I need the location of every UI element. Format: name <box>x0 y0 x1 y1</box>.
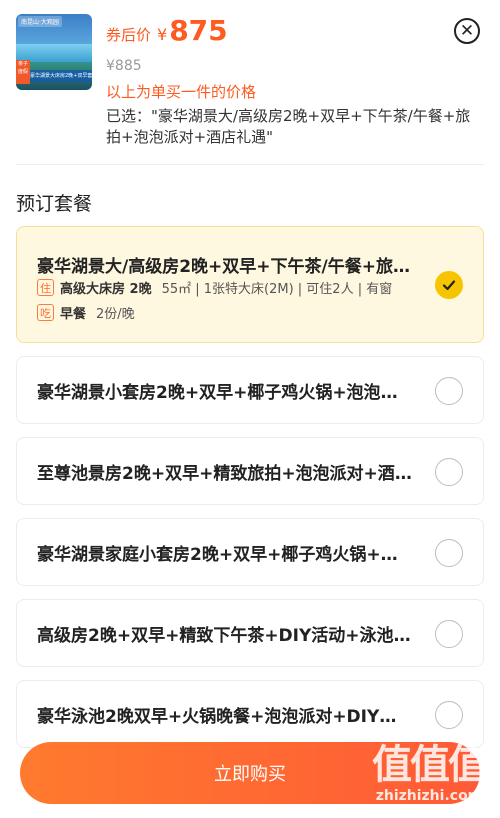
close-button[interactable]: ✕ <box>454 18 480 44</box>
package-title: 豪华泳池2晚双早+火锅晚餐+泡泡派对+DIY活动 <box>37 707 413 727</box>
package-title: 豪华湖景大/高级房2晚+双早+下午茶/午餐+旅拍+泡泡派对+酒店礼遇 <box>37 257 413 277</box>
meal-type: 早餐 <box>60 307 87 322</box>
room-specs: 55㎡ | 1张特大床(2M) | 可住2人 | 有窗 <box>161 282 393 297</box>
price-row: 券后价 ¥ 875 <box>106 14 228 47</box>
thumbnail-side-tag: 亲子度假 <box>16 60 30 84</box>
package-title: 豪华湖景家庭小套房2晚+双早+椰子鸡火锅+泡泡派对 <box>37 545 413 565</box>
package-option-3[interactable]: 至尊池景房2晚+双早+精致旅拍+泡泡派对+酒店礼遇 <box>16 437 484 505</box>
room-detail-row: 住 高级大床房 2晚 55㎡ | 1张特大床(2M) | 可住2人 | 有窗 <box>37 278 392 297</box>
original-price: ¥885 <box>106 58 142 74</box>
package-radio[interactable] <box>435 458 463 486</box>
package-option-6[interactable]: 豪华泳池2晚双早+火锅晚餐+泡泡派对+DIY活动 <box>16 680 484 748</box>
package-title: 豪华湖景小套房2晚+双早+椰子鸡火锅+泡泡派对+酒店礼遇 <box>37 383 413 403</box>
close-icon: ✕ <box>459 20 475 41</box>
currency-symbol: ¥ <box>157 25 168 44</box>
selected-package-text: 已选："豪华湖景大/高级房2晚+双早+下午茶/午餐+旅拍+泡泡派对+酒店礼遇" <box>106 107 471 146</box>
package-option-1[interactable]: 豪华湖景大/高级房2晚+双早+下午茶/午餐+旅拍+泡泡派对+酒店礼遇 住 高级大… <box>16 226 484 343</box>
meal-quantity: 2份/晚 <box>96 307 135 322</box>
product-thumbnail: 南昆山·大观园 亲子度假 豪华湖景大床房2晚+双早套餐 <box>16 14 92 90</box>
package-radio[interactable] <box>435 701 463 729</box>
package-list: 豪华湖景大/高级房2晚+双早+下午茶/午餐+旅拍+泡泡派对+酒店礼遇 住 高级大… <box>16 226 484 761</box>
discount-price: 875 <box>169 14 228 47</box>
section-title: 预订套餐 <box>16 193 93 215</box>
package-radio[interactable] <box>435 539 463 567</box>
package-option-4[interactable]: 豪华湖景家庭小套房2晚+双早+椰子鸡火锅+泡泡派对 <box>16 518 484 586</box>
package-option-5[interactable]: 高级房2晚+双早+精致下午茶+DIY活动+泳池派对 <box>16 599 484 667</box>
watermark: 值值值 zhizhizhi.com <box>372 742 488 804</box>
package-radio[interactable] <box>435 620 463 648</box>
lodging-icon: 住 <box>37 279 54 296</box>
thumbnail-caption: 豪华湖景大床房2晚+双早套餐 <box>30 70 92 82</box>
meal-detail-row: 吃 早餐 2份/晚 <box>37 303 135 322</box>
checkmark-icon <box>442 280 456 291</box>
watermark-text: zhizhizhi.com <box>375 788 483 804</box>
package-title: 至尊池景房2晚+双早+精致旅拍+泡泡派对+酒店礼遇 <box>37 464 413 484</box>
package-title: 高级房2晚+双早+精致下午茶+DIY活动+泳池派对 <box>37 626 413 646</box>
thumbnail-badge: 南昆山·大观园 <box>18 16 62 27</box>
single-item-note: 以上为单买一件的价格 <box>106 83 257 101</box>
price-label: 券后价 <box>106 26 152 44</box>
room-type: 高级大床房 2晚 <box>60 282 152 297</box>
buy-now-label: 立即购买 <box>214 764 286 785</box>
package-radio[interactable] <box>435 377 463 405</box>
divider <box>16 164 484 165</box>
meal-icon: 吃 <box>37 304 54 321</box>
package-radio-checked[interactable] <box>435 271 463 299</box>
watermark-logo: 值值值 <box>372 742 488 788</box>
package-option-2[interactable]: 豪华湖景小套房2晚+双早+椰子鸡火锅+泡泡派对+酒店礼遇 <box>16 356 484 424</box>
